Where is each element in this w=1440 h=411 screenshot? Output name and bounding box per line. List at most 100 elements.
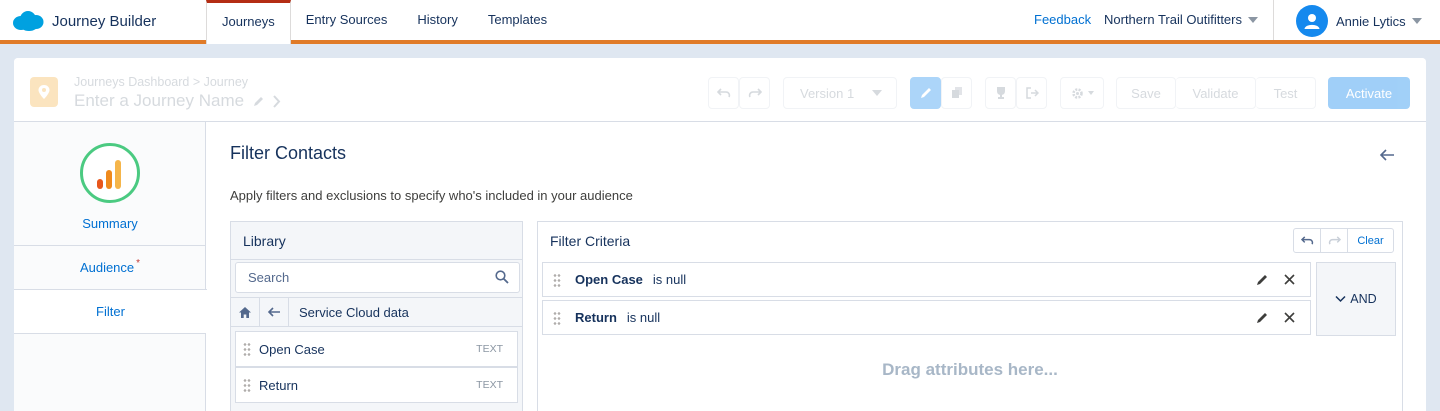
user-name: Annie Lytics	[1336, 13, 1406, 29]
settings-button[interactable]	[1060, 77, 1104, 109]
goal-button[interactable]	[985, 77, 1016, 109]
chevron-down-icon	[872, 90, 882, 96]
version-select[interactable]: Version 1	[783, 77, 897, 109]
copy-icon	[951, 87, 962, 98]
chevron-down-icon	[1335, 295, 1346, 303]
redo-icon	[1328, 236, 1341, 245]
undo-button[interactable]	[1294, 229, 1321, 252]
pencil-icon[interactable]	[252, 95, 265, 108]
filter-rule[interactable]: Open Case is null	[542, 262, 1311, 297]
search-icon[interactable]	[495, 270, 509, 284]
tab-history[interactable]: History	[402, 0, 472, 40]
sidebar-item-summary[interactable]: Summary	[14, 122, 206, 245]
drag-handle-icon[interactable]	[243, 378, 251, 392]
sidebar-item-label: Filter	[96, 304, 125, 319]
tab-journeys[interactable]: Journeys	[206, 0, 291, 44]
tab-templates[interactable]: Templates	[473, 0, 562, 40]
brand-name: Journey Builder	[52, 12, 157, 30]
rule-actions	[1255, 311, 1296, 325]
rule-field: Open Case	[575, 272, 643, 287]
top-navigation: Journey Builder Journeys Entry Sources H…	[0, 0, 1440, 44]
save-button[interactable]: Save	[1116, 77, 1176, 109]
pencil-icon	[920, 88, 931, 98]
location-pin-icon	[38, 85, 50, 99]
attribute-type: TEXT	[476, 379, 503, 391]
attribute-type: TEXT	[476, 343, 503, 355]
tab-entry-sources[interactable]: Entry Sources	[291, 0, 403, 40]
panel-description: Apply filters and exclusions to specify …	[230, 188, 633, 203]
trophy-icon	[996, 87, 1005, 99]
criteria-toolbar: Clear	[1293, 228, 1394, 253]
chevron-down-icon	[1087, 91, 1094, 95]
attribute-name: Open Case	[259, 341, 325, 357]
page-title: Filter Contacts	[230, 143, 347, 163]
sidebar-item-filter[interactable]: Filter	[14, 289, 207, 333]
rule-operator: is null	[626, 310, 661, 325]
rule-actions	[1255, 273, 1296, 287]
brand[interactable]: Journey Builder	[12, 8, 156, 34]
activate-button[interactable]: Activate	[1328, 77, 1410, 109]
summary-label: Summary	[82, 216, 138, 231]
clear-button[interactable]: Clear	[1348, 229, 1393, 252]
pencil-icon[interactable]	[1255, 311, 1269, 325]
drop-zone[interactable]: Drag attributes here...	[538, 360, 1402, 380]
divider	[14, 333, 206, 334]
user-menu[interactable]: Annie Lytics	[1296, 5, 1422, 37]
validate-button[interactable]: Validate	[1176, 77, 1256, 109]
redo-button[interactable]	[1321, 229, 1348, 252]
library-attribute[interactable]: Return TEXT	[235, 367, 518, 403]
edit-mode-button[interactable]	[910, 77, 941, 109]
search-input[interactable]: Search	[235, 262, 520, 293]
folder-nav: Service Cloud data	[231, 297, 522, 327]
journey-name-text: Enter a Journey Name	[74, 91, 245, 110]
home-button[interactable]	[231, 298, 260, 326]
copy-button[interactable]	[941, 77, 972, 109]
back-arrow-icon[interactable]	[1379, 147, 1397, 163]
redo-icon	[748, 88, 762, 98]
home-icon	[239, 306, 251, 318]
library-title: Library	[231, 222, 522, 260]
exit-icon	[1025, 87, 1039, 99]
pencil-icon[interactable]	[1255, 273, 1269, 287]
summary-chart-icon	[80, 143, 140, 203]
undo-icon	[1300, 236, 1313, 245]
chevron-down-icon	[1411, 18, 1422, 24]
filter-panel: Filter Contacts Apply filters and exclus…	[207, 122, 1426, 411]
journey-icon	[30, 77, 58, 107]
journey-name[interactable]: Enter a Journey Name	[74, 91, 281, 111]
criteria-title: Filter Criteria	[550, 233, 631, 249]
back-button[interactable]	[260, 298, 289, 326]
rule-operator: is null	[652, 272, 687, 287]
close-icon[interactable]	[1283, 311, 1296, 324]
primary-tabs: Journeys Entry Sources History Templates	[206, 0, 562, 44]
folder-name: Service Cloud data	[299, 304, 409, 320]
divider	[1273, 0, 1274, 40]
gear-icon	[1071, 87, 1083, 99]
back-arrow-icon	[267, 307, 280, 317]
drag-handle-icon[interactable]	[553, 310, 561, 325]
org-switcher[interactable]: Northern Trail Outifitters	[1104, 12, 1258, 27]
redo-button[interactable]	[739, 77, 770, 109]
chevron-right-icon[interactable]	[273, 94, 281, 108]
filter-rule[interactable]: Return is null	[542, 300, 1311, 335]
journey-canvas: Journeys Dashboard > Journey Enter a Jou…	[14, 58, 1426, 411]
logic-operator-toggle[interactable]: AND	[1316, 262, 1396, 336]
exit-criteria-button[interactable]	[1016, 77, 1047, 109]
library-attribute[interactable]: Open Case TEXT	[235, 331, 518, 367]
journey-toolbar: Journeys Dashboard > Journey Enter a Jou…	[14, 58, 1426, 122]
drag-handle-icon[interactable]	[553, 272, 561, 287]
feedback-link[interactable]: Feedback	[1034, 12, 1091, 27]
sidebar-item-label: Audience	[79, 260, 135, 275]
breadcrumb[interactable]: Journeys Dashboard > Journey	[74, 75, 248, 89]
org-name: Northern Trail Outifitters	[1104, 12, 1242, 27]
test-button[interactable]: Test	[1256, 77, 1316, 109]
required-indicator: *	[136, 258, 141, 269]
undo-button[interactable]	[708, 77, 739, 109]
drag-handle-icon[interactable]	[243, 342, 251, 356]
sidebar-item-audience[interactable]: Audience *	[14, 245, 206, 289]
logic-operator-label: AND	[1350, 292, 1377, 306]
setup-sidebar: Summary Audience * Filter	[14, 122, 207, 411]
close-icon[interactable]	[1283, 273, 1296, 286]
rule-field: Return	[575, 310, 617, 325]
bar-chart-icon	[97, 160, 121, 189]
